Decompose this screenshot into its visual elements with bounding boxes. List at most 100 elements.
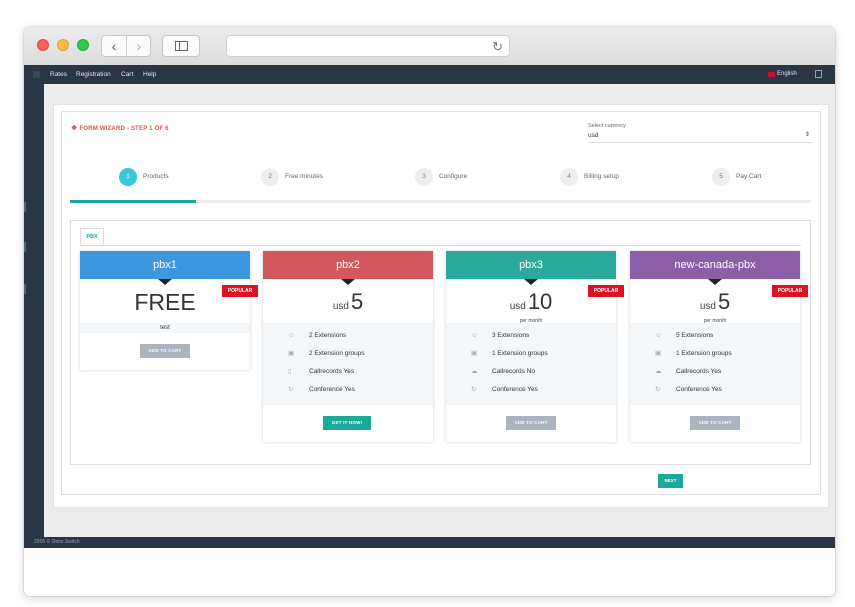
price-row: usd5 bbox=[263, 289, 433, 315]
nav-link-registration[interactable]: Registration bbox=[76, 65, 111, 84]
nav-link-help[interactable]: Help bbox=[143, 65, 156, 84]
step-label: Free minutes bbox=[285, 173, 323, 180]
next-button[interactable]: NEXT bbox=[658, 474, 683, 488]
wizard-steps: 1 Products 2 Free minutes 3 Configure 4 … bbox=[62, 162, 820, 207]
wizard-progress-fill bbox=[70, 200, 196, 203]
feature-text: Conference Yes bbox=[676, 386, 722, 393]
nav-link-cart[interactable]: Cart bbox=[121, 65, 133, 84]
user-icon: ☺ bbox=[471, 332, 478, 339]
add-to-cart-button[interactable]: ADD TO CART bbox=[140, 344, 190, 358]
reload-icon[interactable]: ↻ bbox=[492, 37, 503, 57]
feature-text: Conference Yes bbox=[492, 386, 538, 393]
plan-card-pbx3: pbx3 POPULAR usd10 per month ☺ 3 Extensio… bbox=[446, 251, 624, 442]
plan-header: pbx2 bbox=[263, 251, 433, 285]
feature-text: Callrecords No bbox=[492, 368, 535, 375]
cube-icon: ❖ bbox=[71, 125, 78, 132]
close-window-button[interactable] bbox=[37, 39, 49, 51]
feature-text: Callrecords Yes bbox=[676, 368, 722, 375]
chevron-right-icon: › bbox=[136, 38, 142, 54]
feature-text: 2 Extensions bbox=[309, 332, 347, 339]
plan-card-new-canada-pbx: new-canada-pbx POPULAR usd5 per month ☺ 5… bbox=[630, 251, 808, 442]
feature-list: ☺ 3 Extensions ▣ 1 Extension groups ☁ Callr… bbox=[446, 323, 616, 405]
language-selector[interactable]: English bbox=[768, 65, 797, 84]
minimize-window-button[interactable] bbox=[57, 39, 69, 51]
tab-pbx[interactable]: PBX bbox=[80, 228, 104, 245]
wizard-title: ❖ FORM WIZARD - STEP 1 OF 6 bbox=[71, 124, 169, 132]
plan-header: pbx3 bbox=[446, 251, 616, 285]
sidebar-icon bbox=[175, 41, 188, 51]
menu-icon[interactable] bbox=[33, 71, 40, 78]
footer-copyright: 2015 © Ooox.Switch bbox=[34, 539, 80, 545]
nav-link-rates[interactable]: Rates bbox=[50, 65, 67, 84]
tab-divider bbox=[80, 245, 801, 246]
back-button[interactable]: ‹ bbox=[102, 36, 127, 56]
plan-header: pbx1 bbox=[80, 251, 250, 285]
group-icon: ▣ bbox=[655, 350, 662, 357]
rail-marker bbox=[24, 284, 26, 294]
feature-list: ☺ 2 Extensions ▣ 2 Extension groups ▯ Callr… bbox=[263, 323, 433, 405]
list-item: ▣ 1 Extension groups bbox=[446, 345, 616, 363]
feature-text: 1 Extension groups bbox=[676, 350, 732, 357]
add-to-cart-button[interactable]: ADD TO CART bbox=[506, 416, 556, 430]
chevron-left-icon: ‹ bbox=[111, 38, 117, 54]
left-rail bbox=[24, 84, 44, 537]
plan-period: per month bbox=[519, 318, 543, 324]
list-item: ☺ 3 Extensions bbox=[446, 327, 616, 345]
get-it-now-button[interactable]: GET IT NOW! bbox=[323, 416, 371, 430]
plan-price: 5 bbox=[717, 289, 731, 314]
feature-text: Callrecords Yes bbox=[309, 368, 355, 375]
user-icon: ☺ bbox=[288, 332, 295, 339]
add-to-cart-button[interactable]: ADD TO CART bbox=[690, 416, 740, 430]
sidebar-toggle-button[interactable] bbox=[162, 35, 200, 57]
record-icon: ▯ bbox=[288, 368, 292, 375]
step-label: Configure bbox=[439, 173, 468, 180]
button-area: ADD TO CART bbox=[446, 405, 616, 442]
price-block: usd10 per month bbox=[446, 279, 616, 324]
step-label: Products bbox=[143, 173, 169, 180]
price-block: usd5 bbox=[263, 279, 433, 323]
flag-icon bbox=[768, 72, 775, 77]
feature-list: ☺ 5 Extensions ▣ 1 Extension groups ☁ Callr… bbox=[630, 323, 800, 405]
group-icon: ▣ bbox=[288, 350, 295, 357]
list-item: ↻ Conference Yes bbox=[630, 381, 800, 399]
forward-button[interactable]: › bbox=[127, 36, 151, 56]
price-row: usd5 bbox=[630, 289, 800, 315]
product-tab-panel: PBX pbx1 POPULAR FREE test ADD TO CART p… bbox=[70, 220, 811, 465]
plan-card-pbx1: pbx1 POPULAR FREE test ADD TO CART bbox=[80, 251, 258, 370]
history-nav: ‹ › bbox=[101, 35, 151, 57]
currency-select[interactable]: usd ⇕ bbox=[588, 129, 812, 143]
conference-icon: ↻ bbox=[288, 386, 294, 393]
plan-period: per month bbox=[703, 318, 727, 324]
logout-icon[interactable] bbox=[815, 70, 822, 78]
main-content: ❖ FORM WIZARD - STEP 1 OF 6 Select curren… bbox=[44, 84, 835, 537]
plan-price: 5 bbox=[350, 289, 364, 314]
list-item: ☺ 2 Extensions bbox=[263, 327, 433, 345]
list-item: ☁ Callrecords Yes bbox=[630, 363, 800, 381]
title-bar: ‹ › ↻ bbox=[24, 27, 835, 66]
step-number: 1 bbox=[119, 168, 137, 186]
rail-marker bbox=[24, 202, 26, 212]
button-area: ADD TO CART bbox=[80, 333, 250, 370]
cloud-icon: ☁ bbox=[655, 368, 662, 375]
address-bar[interactable]: ↻ bbox=[226, 35, 510, 57]
feature-text: 3 Extensions bbox=[492, 332, 530, 339]
price-row: usd10 bbox=[446, 289, 616, 315]
plan-card-pbx2: pbx2 usd5 ☺ 2 Extensions ▣ 2 Extension gro… bbox=[263, 251, 433, 442]
feature-text: 5 Extensions bbox=[676, 332, 714, 339]
zoom-window-button[interactable] bbox=[77, 39, 89, 51]
step-label: Billing setup bbox=[584, 173, 620, 180]
feature-text: 2 Extension groups bbox=[309, 350, 365, 357]
plan-currency: usd bbox=[699, 301, 716, 312]
plan-currency: usd bbox=[332, 301, 349, 312]
price-block: usd5 per month bbox=[630, 279, 800, 324]
step-label: Pay Cart bbox=[736, 173, 762, 180]
plan-price: FREE bbox=[134, 289, 196, 315]
plan-price: 10 bbox=[527, 289, 553, 314]
list-item: ▯ Callrecords Yes bbox=[263, 363, 433, 381]
price-block: FREE bbox=[80, 279, 250, 323]
top-navbar: Rates Registration Cart Help English bbox=[24, 65, 835, 84]
list-item: ↻ Conference Yes bbox=[446, 381, 616, 399]
wizard-inner-panel: ❖ FORM WIZARD - STEP 1 OF 6 Select curren… bbox=[61, 111, 821, 495]
currency-value: usd bbox=[588, 132, 599, 139]
select-arrows-icon: ⇕ bbox=[804, 132, 810, 138]
